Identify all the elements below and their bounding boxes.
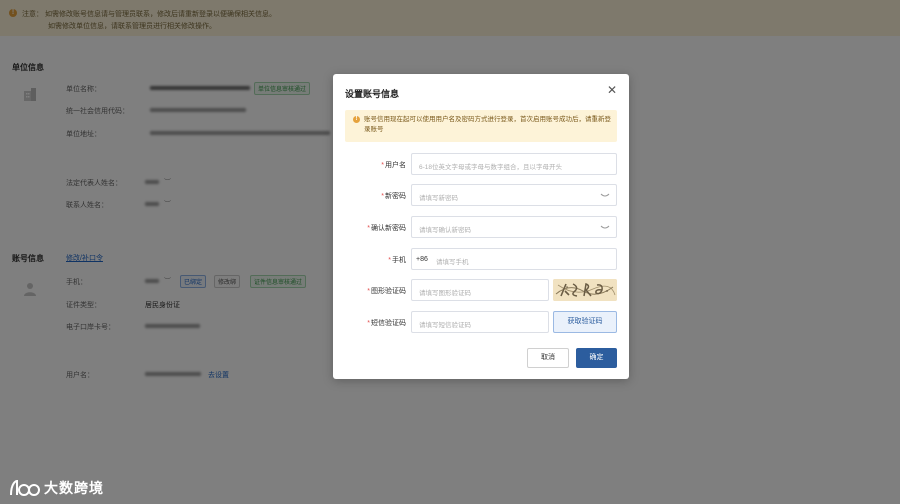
confirm-button[interactable]: 确定 [576, 348, 617, 368]
confirm-password-input[interactable]: 请填写确认新密码 [411, 216, 617, 238]
confirm-password-row: *确认新密码 请填写确认新密码 [345, 216, 617, 240]
username-row: *用户名 6-18位英文字母或字母与数字组合，且以字母开头 [345, 153, 617, 177]
warning-icon: ! [353, 116, 360, 123]
phone-field-label: *手机 [388, 257, 406, 264]
dialog-alert: ! 账号信用现在起可以使用用户名及密码方式进行登录，首次启用账号成功后，请重新登… [345, 110, 617, 142]
phone-country-code: +86 [416, 256, 428, 263]
captcha-input[interactable]: 请填写图形验证码 [411, 279, 549, 301]
phone-input[interactable]: +86 请填写手机 [411, 248, 617, 270]
sms-code-input[interactable]: 请填写短信验证码 [411, 311, 549, 333]
new-password-placeholder: 请填写新密码 [419, 195, 458, 202]
eye-closed-icon[interactable] [600, 190, 610, 200]
confirm-password-placeholder: 请填写确认新密码 [419, 227, 471, 234]
watermark-text: 大数跨境 [44, 480, 104, 496]
captcha-image[interactable] [553, 279, 617, 301]
username-placeholder: 6-18位英文字母或字母与数字组合，且以字母开头 [419, 164, 563, 171]
phone-placeholder: 请填写手机 [436, 259, 469, 266]
sms-code-placeholder: 请填写短信验证码 [419, 322, 471, 329]
captcha-placeholder: 请填写图形验证码 [419, 290, 471, 297]
new-password-row: *新密码 请填写新密码 [345, 184, 617, 208]
sms-code-row: *短信验证码 请填写短信验证码 获取验证码 [345, 311, 617, 335]
confirm-password-field-label: *确认新密码 [367, 225, 406, 232]
username-input[interactable]: 6-18位英文字母或字母与数字组合，且以字母开头 [411, 153, 617, 175]
close-icon[interactable]: ✕ [607, 84, 617, 96]
new-password-field-label: *新密码 [381, 193, 406, 200]
account-settings-dialog: 设置账号信息 ✕ ! 账号信用现在起可以使用用户名及密码方式进行登录，首次启用账… [333, 74, 629, 379]
watermark: 大数跨境 [8, 476, 104, 500]
captcha-field-label: *图形验证码 [367, 288, 406, 295]
watermark-logo-icon [8, 477, 40, 499]
new-password-input[interactable]: 请填写新密码 [411, 184, 617, 206]
cancel-button[interactable]: 取消 [527, 348, 569, 368]
dialog-title: 设置账号信息 [345, 89, 400, 99]
username-field-label: *用户名 [381, 162, 406, 169]
phone-row: *手机 +86 请填写手机 [345, 248, 617, 272]
captcha-row: *图形验证码 请填写图形验证码 [345, 279, 617, 303]
eye-closed-icon[interactable] [600, 222, 610, 232]
dialog-alert-text: 账号信用现在起可以使用用户名及密码方式进行登录，首次启用账号成功后，请重新登录账… [364, 116, 611, 133]
sms-code-field-label: *短信验证码 [367, 320, 406, 327]
get-sms-code-button[interactable]: 获取验证码 [553, 311, 617, 333]
